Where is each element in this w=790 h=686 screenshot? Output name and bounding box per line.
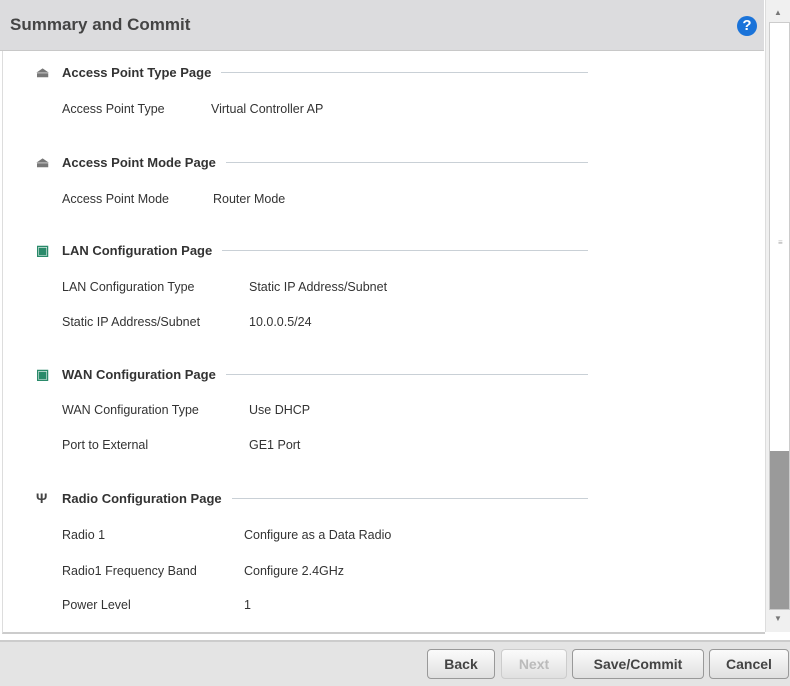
dialog-header: Summary and Commit ? (0, 0, 764, 51)
section-access-point-type: ⏏ Access Point Type Page (36, 64, 588, 81)
row-value: Use DHCP (249, 403, 311, 417)
access-point-icon: ⏏ (36, 154, 50, 170)
row-label: WAN Configuration Type (62, 403, 199, 417)
summary-row: Static IP Address/Subnet 10.0.0.5/24 (62, 315, 312, 329)
row-label: Port to External (62, 438, 149, 452)
back-button[interactable]: Back (427, 649, 495, 679)
section-title: LAN Configuration Page (62, 243, 213, 258)
section-access-point-mode: ⏏ Access Point Mode Page (36, 154, 588, 171)
row-label: Access Point Mode (62, 192, 169, 206)
row-label: Radio1 Frequency Band (62, 564, 197, 578)
save-commit-button[interactable]: Save/Commit (572, 649, 704, 679)
section-radio-configuration: Ψ Radio Configuration Page (36, 490, 588, 506)
next-button[interactable]: Next (501, 649, 567, 679)
row-label: Power Level (62, 598, 131, 612)
row-value: Configure as a Data Radio (244, 528, 392, 542)
summary-row: Port to External GE1 Port (62, 438, 300, 452)
summary-row: Radio 1 Configure as a Data Radio (62, 528, 391, 542)
row-value: Static IP Address/Subnet (249, 280, 388, 294)
grip-icon: ≡ (778, 238, 783, 247)
summary-row: WAN Configuration Type Use DHCP (62, 403, 310, 417)
access-point-icon: ⏏ (36, 64, 50, 80)
row-label: Static IP Address/Subnet (62, 315, 201, 329)
divider (225, 162, 588, 163)
summary-row: Access Point Mode Router Mode (62, 192, 285, 206)
section-title: Radio Configuration Page (62, 490, 222, 506)
divider (225, 374, 588, 375)
row-label: Radio 1 (62, 528, 106, 542)
summary-row: LAN Configuration Type Static IP Address/… (62, 280, 387, 294)
network-icon: ▣ (36, 242, 50, 258)
divider (231, 497, 588, 499)
section-lan-configuration: ▣ LAN Configuration Page (36, 242, 588, 259)
row-label: Access Point Type (62, 102, 165, 116)
scroll-up-icon[interactable]: ▲ (766, 4, 790, 22)
cancel-button[interactable]: Cancel (709, 649, 789, 679)
row-label: LAN Configuration Type (62, 280, 195, 294)
summary-panel (2, 51, 765, 634)
row-value: Router Mode (213, 192, 286, 206)
row-value: 1 (244, 598, 251, 612)
scroll-down-icon[interactable]: ▼ (766, 610, 790, 628)
section-wan-configuration: ▣ WAN Configuration Page (36, 366, 588, 383)
help-icon[interactable]: ? (737, 16, 757, 36)
section-title: Access Point Mode Page (62, 155, 216, 170)
network-icon: ▣ (36, 366, 50, 382)
row-value: Configure 2.4GHz (244, 564, 345, 578)
summary-row: Access Point Type Virtual Controller AP (62, 102, 323, 116)
antenna-icon: Ψ (36, 490, 48, 506)
divider (222, 250, 588, 251)
scrollbar[interactable]: ▲ ≡ ▼ (765, 0, 790, 632)
summary-row: Power Level 1 (62, 598, 251, 612)
page-title: Summary and Commit (10, 15, 191, 34)
row-value: 10.0.0.5/24 (249, 315, 312, 329)
section-title: Access Point Type Page (62, 65, 212, 80)
scroll-track[interactable]: ≡ (769, 22, 790, 610)
row-value: Virtual Controller AP (211, 102, 324, 116)
row-value: GE1 Port (249, 438, 301, 452)
section-title: WAN Configuration Page (62, 367, 216, 382)
summary-row: Radio1 Frequency Band Configure 2.4GHz (62, 564, 344, 578)
scroll-thumb[interactable] (770, 451, 789, 609)
dialog-footer: Back Next Save/Commit Cancel (0, 640, 790, 686)
divider (221, 72, 588, 73)
